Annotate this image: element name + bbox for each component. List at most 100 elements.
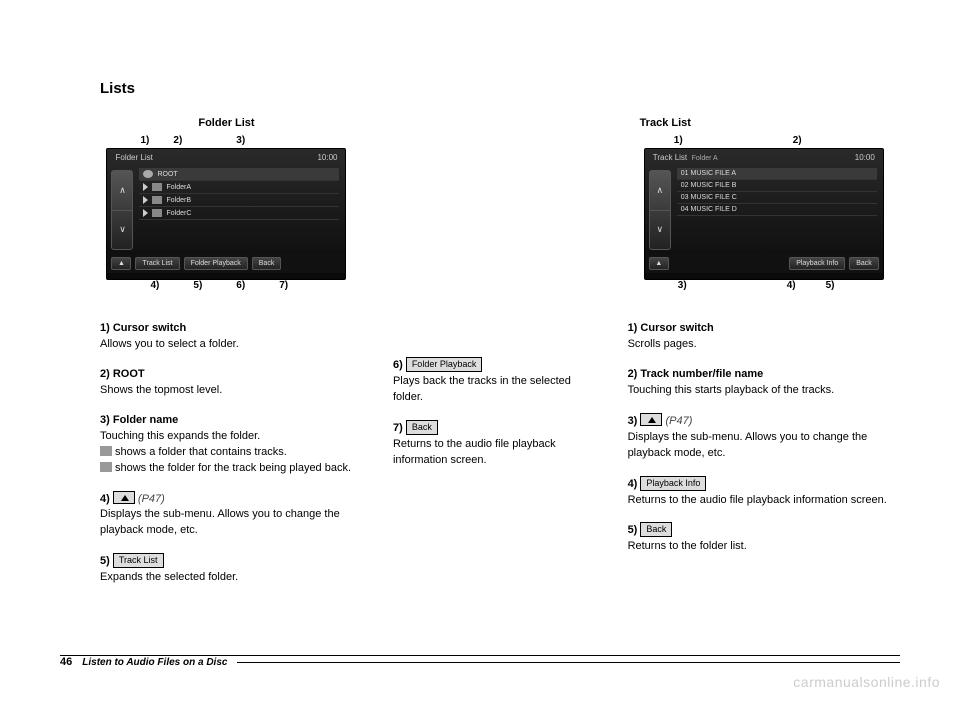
desc-body: Displays the sub-menu. Allows you to cha… xyxy=(628,431,868,459)
track-callouts-top: 1) 2) xyxy=(644,135,884,148)
folder-row[interactable]: FolderC xyxy=(139,207,339,220)
cursor-switch-icon[interactable]: ∧ ∨ xyxy=(649,170,671,250)
track-row[interactable]: 02 MUSIC FILE B xyxy=(677,180,877,192)
desc-num: 1) xyxy=(100,322,110,334)
callout-2: 2) xyxy=(173,135,182,146)
track-screen-title: Track List xyxy=(653,153,687,162)
callout-5: 5) xyxy=(826,280,835,291)
folderplayback-button[interactable]: Folder Playback xyxy=(184,257,248,270)
back-label-icon: Back xyxy=(406,420,438,435)
folder-list-screen: Folder List 10:00 ∧ ∨ ROOT FolderA Folde… xyxy=(106,148,346,280)
track-screen-time: 10:00 xyxy=(855,153,875,162)
track-row-label: 02 MUSIC FILE B xyxy=(681,182,737,189)
play-icon xyxy=(143,196,148,204)
desc-item-5: 5) Track List Expands the selected folde… xyxy=(100,553,353,586)
folder-screen-title: Folder List xyxy=(115,153,152,162)
folder-row[interactable]: FolderA xyxy=(139,181,339,194)
desc-item-r3: 3) (P47) Displays the sub-menu. Allows y… xyxy=(628,413,900,462)
desc-body: Expands the selected folder. xyxy=(100,571,238,583)
desc-item-2: 2) ROOT Shows the topmost level. xyxy=(100,367,353,399)
callout-7: 7) xyxy=(279,280,288,291)
desc-item-r1: 1) Cursor switch Scrolls pages. xyxy=(628,321,900,353)
desc-title: ROOT xyxy=(113,368,145,380)
callout-3: 3) xyxy=(678,280,687,291)
desc-num: 7) xyxy=(393,422,403,434)
track-row[interactable]: 01 MUSIC FILE A xyxy=(677,168,877,180)
desc-item-r5: 5) Back Returns to the folder list. xyxy=(628,522,900,555)
section-title: Lists xyxy=(100,80,900,97)
folder-icon xyxy=(152,196,162,204)
desc-title: Cursor switch xyxy=(640,322,713,334)
cursor-switch-icon[interactable]: ∧ ∨ xyxy=(111,170,133,250)
folder-row[interactable]: FolderB xyxy=(139,194,339,207)
track-row[interactable]: 04 MUSIC FILE D xyxy=(677,204,877,216)
desc-body: Scrolls pages. xyxy=(628,338,697,350)
folder-icon xyxy=(152,183,162,191)
callout-3: 3) xyxy=(236,135,245,146)
folder-row-root[interactable]: ROOT xyxy=(139,168,339,181)
desc-item-r2: 2) Track number/file name Touching this … xyxy=(628,367,900,399)
folderplayback-label-icon: Folder Playback xyxy=(406,357,483,372)
desc-ref: (P47) xyxy=(665,415,692,427)
disc-icon xyxy=(143,170,153,178)
playbackinfo-label-icon: Playback Info xyxy=(640,476,706,491)
back-button[interactable]: Back xyxy=(849,257,879,270)
desc-num: 4) xyxy=(628,478,638,490)
desc-num: 3) xyxy=(628,415,638,427)
callout-1: 1) xyxy=(674,135,683,146)
desc-extra: shows a folder that contains tracks. xyxy=(115,446,287,458)
desc-item-6: 6) Folder Playback Plays back the tracks… xyxy=(393,357,588,406)
playbackinfo-button[interactable]: Playback Info xyxy=(789,257,845,270)
desc-body: Returns to the folder list. xyxy=(628,540,747,552)
desc-body: Returns to the audio file playback infor… xyxy=(628,494,887,506)
page-footer-title: Listen to Audio Files on a Disc xyxy=(82,657,227,668)
folder-tracks-icon xyxy=(100,446,112,456)
desc-title: Track number/file name xyxy=(640,368,763,380)
folder-icon xyxy=(152,209,162,217)
callout-2: 2) xyxy=(793,135,802,146)
back-label-icon: Back xyxy=(640,522,672,537)
submenu-button[interactable]: ▲ xyxy=(649,257,669,270)
callout-6: 6) xyxy=(236,280,245,291)
folder-screen-time: 10:00 xyxy=(317,153,337,162)
submenu-button[interactable]: ▲ xyxy=(111,257,131,270)
desc-title: Cursor switch xyxy=(113,322,186,334)
desc-ref: (P47) xyxy=(138,493,165,505)
track-row-label: 03 MUSIC FILE C xyxy=(681,194,737,201)
desc-body: Displays the sub-menu. Allows you to cha… xyxy=(100,508,340,536)
callout-5: 5) xyxy=(193,280,202,291)
back-button[interactable]: Back xyxy=(252,257,282,270)
triangle-up-icon xyxy=(640,413,662,426)
scroll-down-icon[interactable]: ∨ xyxy=(650,211,670,250)
track-row-label: 04 MUSIC FILE D xyxy=(681,206,737,213)
desc-num: 2) xyxy=(628,368,638,380)
play-icon xyxy=(143,209,148,217)
desc-body: Shows the topmost level. xyxy=(100,384,222,396)
track-callouts-bottom: 3) 4) 5) xyxy=(644,280,884,293)
desc-item-r4: 4) Playback Info Returns to the audio fi… xyxy=(628,476,900,509)
desc-num: 5) xyxy=(100,555,110,567)
scroll-up-icon[interactable]: ∧ xyxy=(650,171,670,211)
track-row[interactable]: 03 MUSIC FILE C xyxy=(677,192,877,204)
tracklist-button[interactable]: Track List xyxy=(135,257,179,270)
footer-rule-icon xyxy=(237,662,900,663)
folder-list-caption: Folder List xyxy=(100,117,353,129)
folder-row-label: FolderC xyxy=(166,210,191,217)
scroll-down-icon[interactable]: ∨ xyxy=(112,211,132,250)
callout-1: 1) xyxy=(140,135,149,146)
track-screen-subtitle: Folder A xyxy=(692,155,718,162)
desc-num: 5) xyxy=(628,524,638,536)
desc-num: 4) xyxy=(100,493,110,505)
watermark: carmanualsonline.info xyxy=(793,674,940,690)
scroll-up-icon[interactable]: ∧ xyxy=(112,171,132,211)
desc-item-1: 1) Cursor switch Allows you to select a … xyxy=(100,321,353,353)
desc-title: Folder name xyxy=(113,414,178,426)
desc-item-7: 7) Back Returns to the audio file playba… xyxy=(393,420,588,469)
play-icon xyxy=(143,183,148,191)
callout-4: 4) xyxy=(787,280,796,291)
page-number: 46 xyxy=(60,656,72,668)
track-list-screen: Track List Folder A 10:00 ∧ ∨ 01 MUSIC F… xyxy=(644,148,884,280)
track-row-label: 01 MUSIC FILE A xyxy=(681,170,736,177)
triangle-up-icon xyxy=(113,491,135,504)
folder-playing-icon xyxy=(100,462,112,472)
